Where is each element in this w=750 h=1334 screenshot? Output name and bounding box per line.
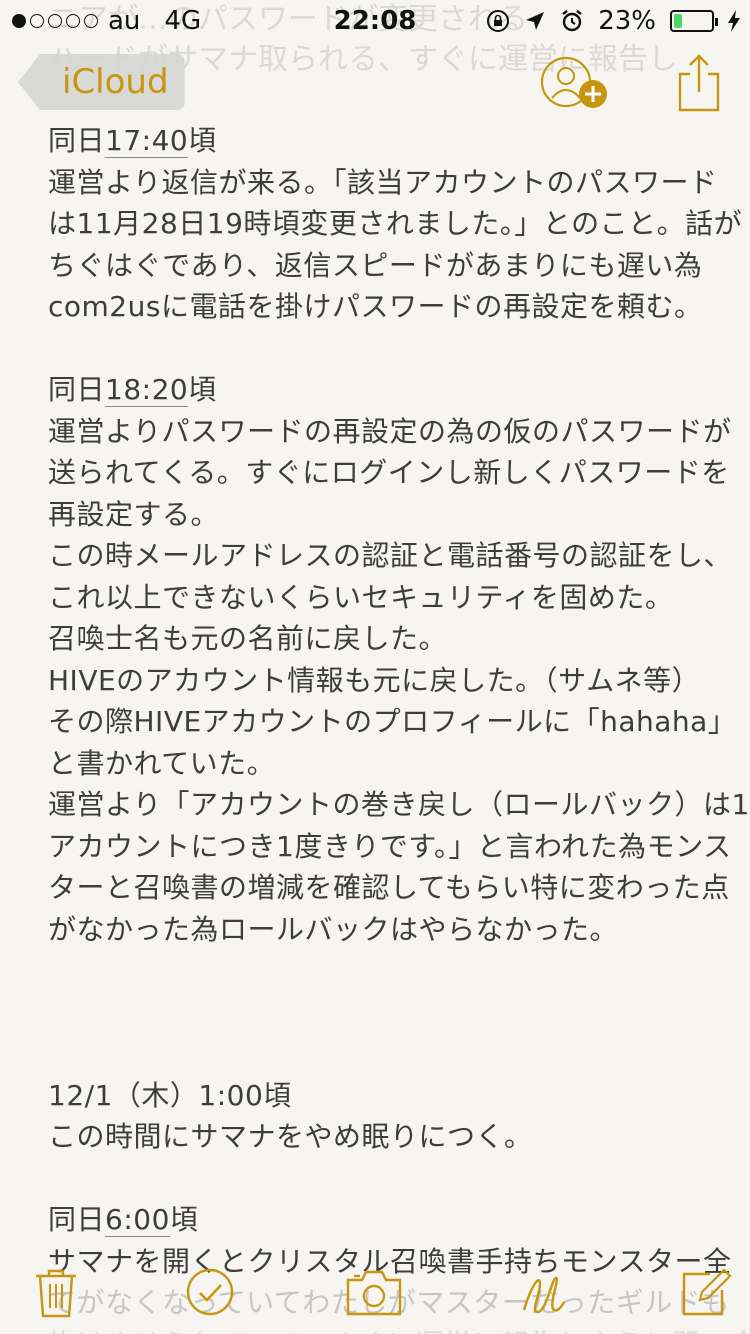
share-icon[interactable] [676,52,722,112]
note-line: は11月28日19時頃変更されました。」とのこと。話が [48,207,743,240]
note-line: 再設定する。 [48,497,220,531]
note-line: ターと召喚書の増減を確認してもらい特に変わった点 [48,871,730,904]
note-line: 運営より返信が来る。「該当アカウントのパスワード [48,165,718,199]
back-button[interactable]: iCloud [18,54,185,110]
note-line: がなかった為ロールバックはやらなかった。 [48,912,619,946]
section-heading: 同日18:20頃 [48,373,217,407]
back-button-label: iCloud [62,62,169,102]
compose-icon[interactable] [680,1266,732,1318]
navigation-bar: iCloud [0,40,750,126]
note-line: 召喚士名も元の名前に戻した。 [48,622,448,655]
section-heading: 同日17:40頃 [48,124,217,158]
time-link[interactable]: 18:20 [105,373,189,407]
note-line: com2usに電話を掛けパスワードの再設定を頼む。 [48,290,703,323]
note-line: アカウントにつき1度きりです。」と言われた為モンス [48,829,732,863]
note-line: 運営より「アカウントの巻き戻し（ロールバック）は1 [48,788,750,821]
note-line: 送られてくる。すぐにログインし新しくパスワードを [48,456,730,489]
location-arrow-icon [526,12,545,30]
add-people-icon[interactable] [538,54,610,114]
note-line: と書かれていた。 [48,746,276,780]
section-heading: 同日6:00頃 [48,1203,199,1237]
section-heading: 12/1（木）1:00頃 [48,1078,292,1112]
note-line: HIVEのアカウント情報も元に戻した。（サムネ等） [48,663,701,697]
battery-percent: 23% [598,6,656,36]
note-line: この時メールアドレスの認証と電話番号の認証をし、 [48,539,733,572]
bottom-toolbar [0,1248,750,1334]
note-line: この時間にサマナをやめ眠りにつく。 [48,1120,533,1153]
note-line: その際HIVEアカウントのプロフィールに「hahaha」 [48,705,737,738]
note-line: これ以上できないくらいセキュリティを固めた。 [48,580,674,614]
sketch-icon[interactable] [518,1266,570,1318]
note-body[interactable]: 同日17:40頃 運営より返信が来る。「該当アカウントのパスワード は11月28… [48,120,750,1334]
time-link[interactable]: 17:40 [105,124,189,158]
checklist-icon[interactable] [184,1266,236,1318]
status-right: 23% [486,6,740,36]
status-bar: au 4G 22:08 23% [0,0,750,40]
time-link[interactable]: 6:00 [105,1203,170,1237]
charging-bolt-icon [728,10,740,32]
trash-icon[interactable] [30,1266,82,1318]
note-line: 運営よりパスワードの再設定の為の仮のパスワードが [48,414,732,448]
battery-icon [670,10,718,32]
alarm-clock-icon [562,10,582,32]
note-line: ちぐはぐであり、返信スピードがあまりにも遅い為 [48,248,703,282]
camera-icon[interactable] [344,1266,404,1318]
rotation-lock-icon [487,10,510,32]
